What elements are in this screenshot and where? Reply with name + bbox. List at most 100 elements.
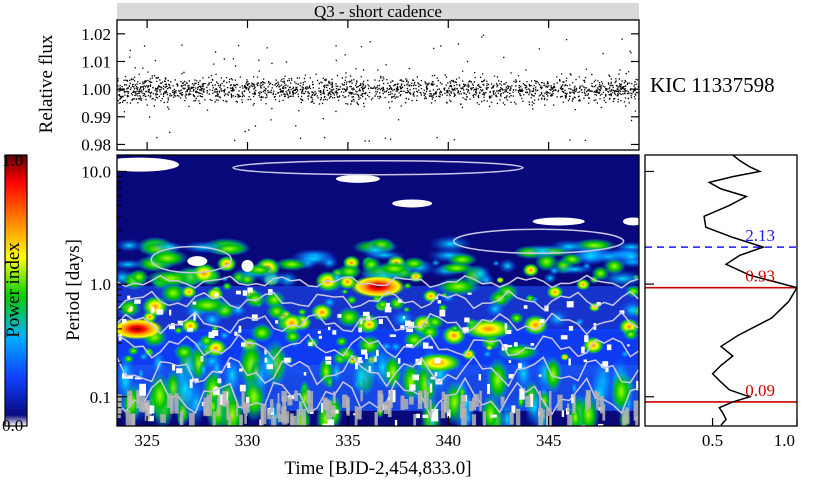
noise-streak	[409, 396, 414, 405]
wavelet-figure: Q3 - short cadence 0.980.991.001.011.02 …	[2, 2, 798, 479]
zero-power-speck	[437, 300, 442, 304]
noise-streak	[525, 395, 531, 408]
zero-power-speck	[325, 360, 332, 365]
zero-power-speck	[560, 335, 568, 340]
noise-streak	[222, 390, 227, 407]
power-blob	[199, 361, 208, 378]
flux-y-tick-label: 0.98	[81, 135, 111, 154]
power-blob	[129, 269, 149, 285]
noise-streak	[429, 399, 432, 418]
zero-power-speck	[150, 306, 155, 314]
noise-streak	[169, 395, 174, 414]
noise-streak	[160, 414, 166, 423]
flux-y-tick-label: 1.01	[81, 52, 111, 71]
time-axis-label: Time [BJD-2,454,833.0]	[284, 458, 471, 479]
zero-power-speck	[385, 302, 390, 309]
noise-streak	[596, 392, 600, 410]
zero-power-speck	[358, 327, 362, 333]
noise-streak	[266, 408, 271, 420]
noise-streak	[139, 396, 146, 412]
zero-power-speck	[434, 357, 441, 364]
noise-streak	[479, 390, 482, 412]
noise-streak	[331, 405, 336, 417]
zero-power-speck	[374, 356, 377, 362]
zero-power-speck	[406, 328, 414, 333]
power-blob	[543, 355, 563, 394]
noise-streak	[131, 413, 135, 426]
zero-power-speck	[422, 342, 429, 349]
flux-points	[117, 34, 639, 142]
flux-y-tick-label: 1.00	[81, 80, 111, 99]
power-blob	[341, 288, 349, 295]
power-blob	[446, 252, 478, 267]
power-blob	[496, 276, 504, 284]
noise-streak	[217, 395, 221, 416]
power-blob	[570, 381, 578, 395]
power-blob	[256, 340, 281, 388]
power-blob	[318, 355, 335, 388]
noise-streak	[260, 406, 264, 426]
zero-power-speck	[238, 325, 242, 331]
power-blob	[610, 369, 633, 415]
noise-streak	[633, 400, 639, 421]
noise-streak	[236, 403, 239, 417]
zero-power-speck	[362, 311, 370, 316]
power-blob	[497, 399, 518, 426]
noise-streak	[212, 411, 216, 426]
zero-power-speck	[530, 343, 535, 346]
noise-streak	[323, 399, 330, 411]
zero-power-speck	[627, 344, 630, 347]
noise-streak	[539, 390, 542, 410]
zero-power-speck	[416, 413, 421, 419]
zero-power-speck	[234, 331, 238, 336]
noise-streak	[473, 393, 479, 407]
noise-streak	[572, 402, 576, 414]
power-blob	[363, 250, 406, 261]
colorbar: 1.0 0.0 Power index	[2, 151, 28, 435]
zero-power-speck	[478, 374, 482, 381]
noise-streak	[557, 394, 563, 411]
power-blob	[127, 346, 139, 356]
noise-streak	[567, 414, 573, 426]
noise-streak	[342, 394, 348, 408]
lightcurve-frame	[116, 19, 640, 151]
power-hotspot	[146, 249, 189, 267]
power-blob	[117, 259, 146, 270]
lightcurve-panel: Q3 - short cadence 0.980.991.001.011.02 …	[36, 2, 775, 154]
zero-power-speck	[538, 374, 542, 377]
zero-power-speck	[464, 317, 470, 323]
zero-power-speck	[318, 335, 322, 339]
noise-streak	[127, 390, 133, 407]
noise-streak	[286, 411, 290, 424]
noise-streak	[500, 396, 505, 407]
noise-streak	[423, 389, 427, 403]
zero-power-speck	[241, 342, 245, 346]
power-blob	[250, 323, 274, 343]
time-x-tick-label: 330	[235, 431, 261, 450]
power-blob	[560, 353, 570, 361]
colorbar-label: Power index	[3, 242, 24, 338]
noise-streak	[180, 411, 184, 426]
power-blob	[481, 349, 493, 359]
star-id-label: KIC 11337598	[650, 73, 775, 97]
power-blob	[297, 308, 307, 316]
period-marker-label: 0.09	[745, 381, 775, 400]
noise-streak	[459, 403, 466, 418]
zero-power-speck	[378, 319, 384, 324]
noise-streak	[307, 391, 314, 413]
zero-power-speck	[360, 319, 363, 325]
zero-power-speck	[539, 319, 545, 323]
noise-streak	[136, 393, 140, 405]
zero-power-speck	[264, 357, 268, 363]
noise-streak	[296, 409, 301, 426]
power-hotspot	[350, 275, 406, 298]
zero-power-speck	[568, 325, 574, 331]
zero-power-speck	[581, 346, 585, 354]
zero-power-speck	[357, 357, 362, 361]
flux-point-cloud	[117, 34, 639, 142]
zero-power-speck	[308, 342, 313, 347]
zero-power-speck	[467, 292, 472, 295]
noise-streak	[377, 390, 383, 413]
noise-streak	[400, 395, 405, 411]
period-marker-label: 2.13	[745, 226, 775, 245]
